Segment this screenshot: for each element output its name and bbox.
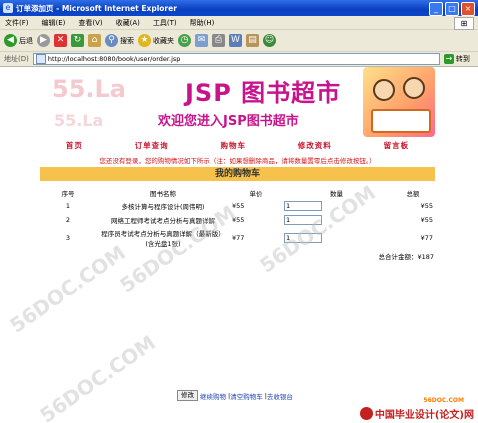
window-controls: _ □ × — [429, 2, 475, 16]
discuss-icon: ▤ — [246, 34, 259, 47]
brand-site: 56DOC.COM — [423, 397, 464, 404]
go-arrow-icon: → — [443, 54, 454, 64]
minimize-button[interactable]: _ — [429, 2, 443, 16]
address-url: http://localhost:8080/book/user/order.js… — [47, 55, 181, 63]
site-title: JSP 图书超市 — [185, 79, 342, 107]
cart-title: 我的购物车 — [40, 167, 435, 181]
print-button[interactable]: ⎙ — [212, 34, 225, 47]
go-label: 转到 — [455, 55, 470, 63]
menu-tools[interactable]: 工具(T) — [153, 18, 177, 28]
page-icon — [35, 54, 46, 64]
banner-shadow-text-2: 55.La — [54, 111, 104, 130]
close-button[interactable]: × — [461, 2, 475, 16]
back-arrow-icon: ◀ — [4, 34, 17, 47]
modify-button[interactable]: 修改 — [177, 390, 198, 401]
menu-file[interactable]: 文件(F) — [5, 18, 29, 28]
header-seq: 序号 — [61, 190, 75, 198]
watermark-text: 56DOC.COM — [35, 330, 160, 423]
menu-favorites[interactable]: 收藏(A) — [116, 18, 140, 28]
ie-icon: e — [3, 3, 13, 13]
forward-button[interactable]: ▶ — [37, 34, 50, 47]
cart-actions: 修改 继续购物 | 清空购物车 | 去收银台 — [177, 390, 295, 401]
back-label: 后退 — [19, 36, 33, 45]
watermark-text: 56DOC.COM — [5, 240, 130, 338]
menu-edit[interactable]: 编辑(E) — [42, 18, 66, 28]
row-seq: 3 — [65, 234, 71, 242]
maximize-button[interactable]: □ — [445, 2, 459, 16]
login-notice: 您还没有登录，您的购物情况如下所示（注：如果想删除商品，请将数量置零后点击修改按… — [99, 157, 376, 165]
forward-arrow-icon: ▶ — [37, 34, 50, 47]
messenger-button[interactable]: ☺ — [263, 34, 276, 47]
window-titlebar: e 订单添加页 - Microsoft Internet Explorer _ … — [0, 0, 478, 16]
row-total: ¥55 — [420, 202, 433, 210]
star-icon: ★ — [138, 34, 151, 47]
site-subtitle: 欢迎您进入JSP图书超市 — [158, 114, 299, 129]
windows-logo-icon: ⊞ — [454, 17, 474, 30]
toolbar: ◀ 后退 ▶ ✕ ↻ ⌂ ⚲ 搜索 ★ 收藏夹 ◷ ✉ ⎙ W ▤ ☺ — [0, 30, 478, 52]
address-bar: 地址(D) http://localhost:8080/book/user/or… — [0, 52, 478, 67]
favorites-label: 收藏夹 — [153, 36, 174, 45]
header-price: 单价 — [249, 190, 263, 198]
menu-view[interactable]: 查看(V) — [78, 18, 102, 28]
nav-guestbook[interactable]: 留言板 — [384, 140, 410, 152]
mail-button[interactable]: ✉ — [195, 34, 208, 47]
home-icon: ⌂ — [88, 34, 101, 47]
edit-button[interactable]: W — [229, 34, 242, 47]
history-button[interactable]: ◷ — [178, 34, 191, 47]
continue-shopping-link[interactable]: 继续购物 — [200, 391, 226, 401]
brand-seal-icon — [359, 407, 373, 420]
row-price: ¥55 — [232, 202, 245, 210]
header-total: 总额 — [406, 190, 420, 198]
home-button[interactable]: ⌂ — [88, 34, 101, 47]
stop-icon: ✕ — [54, 34, 67, 47]
nav-home[interactable]: 首页 — [66, 140, 83, 152]
refresh-icon: ↻ — [71, 34, 84, 47]
nav-profile[interactable]: 修改资料 — [298, 140, 332, 152]
stop-button[interactable]: ✕ — [54, 34, 67, 47]
clear-cart-link[interactable]: 清空购物车 — [230, 391, 263, 401]
search-button[interactable]: ⚲ 搜索 — [105, 34, 134, 47]
address-input[interactable]: http://localhost:8080/book/user/order.js… — [32, 53, 440, 65]
history-icon: ◷ — [178, 34, 191, 47]
site-nav: 首页 订单查询 购物车 修改资料 留言板 — [40, 140, 435, 152]
messenger-icon: ☺ — [263, 34, 276, 47]
edit-icon: W — [229, 34, 242, 47]
printer-icon: ⎙ — [212, 34, 225, 47]
row-seq: 2 — [65, 216, 71, 224]
kid-icon — [403, 77, 425, 99]
nav-cart[interactable]: 购物车 — [220, 140, 246, 152]
back-button[interactable]: ◀ 后退 — [4, 34, 33, 47]
address-label: 地址(D) — [4, 55, 29, 63]
cart-sum: 总合计金额：¥187 — [378, 253, 434, 261]
site-banner: 55.La 55.La JSP 图书超市 欢迎您进入JSP图书超市 — [40, 67, 435, 139]
header-name: 图书名称 — [150, 190, 176, 198]
window-title: 订单添加页 - Microsoft Internet Explorer — [16, 3, 177, 13]
search-icon: ⚲ — [105, 34, 118, 47]
row-seq: 1 — [65, 202, 71, 210]
quantity-input[interactable] — [284, 201, 322, 211]
nav-orders[interactable]: 订单查询 — [135, 140, 169, 152]
menu-bar: 文件(F) 编辑(E) 查看(V) 收藏(A) 工具(T) 帮助(H) ⊞ — [0, 16, 478, 30]
page-content: 55.La 55.La JSP 图书超市 欢迎您进入JSP图书超市 首页 订单查… — [0, 67, 478, 423]
discuss-button[interactable]: ▤ — [246, 34, 259, 47]
refresh-button[interactable]: ↻ — [71, 34, 84, 47]
search-label: 搜索 — [120, 36, 134, 45]
brand-text: 中国毕业设计(论文)网 — [374, 410, 474, 421]
reading-kids-illustration — [363, 67, 435, 137]
row-total: ¥55 — [420, 216, 433, 224]
favorites-button[interactable]: ★ 收藏夹 — [138, 34, 174, 47]
checkout-link[interactable]: 去收银台 — [267, 391, 293, 401]
go-button[interactable]: → 转到 — [443, 54, 470, 64]
mail-icon: ✉ — [195, 34, 208, 47]
row-total: ¥77 — [420, 234, 433, 242]
kid-icon — [373, 79, 395, 101]
menu-help[interactable]: 帮助(H) — [190, 18, 215, 28]
table-row: 3 程序员考试考点分析与真题详解（最新版）(含光盘1张) ¥77 ¥77 — [40, 227, 435, 249]
site-brand-watermark: 56DOC.COM 中国毕业设计(论文)网 — [359, 397, 474, 421]
banner-shadow-text: 55.La — [52, 75, 127, 103]
book-icon — [371, 109, 431, 133]
